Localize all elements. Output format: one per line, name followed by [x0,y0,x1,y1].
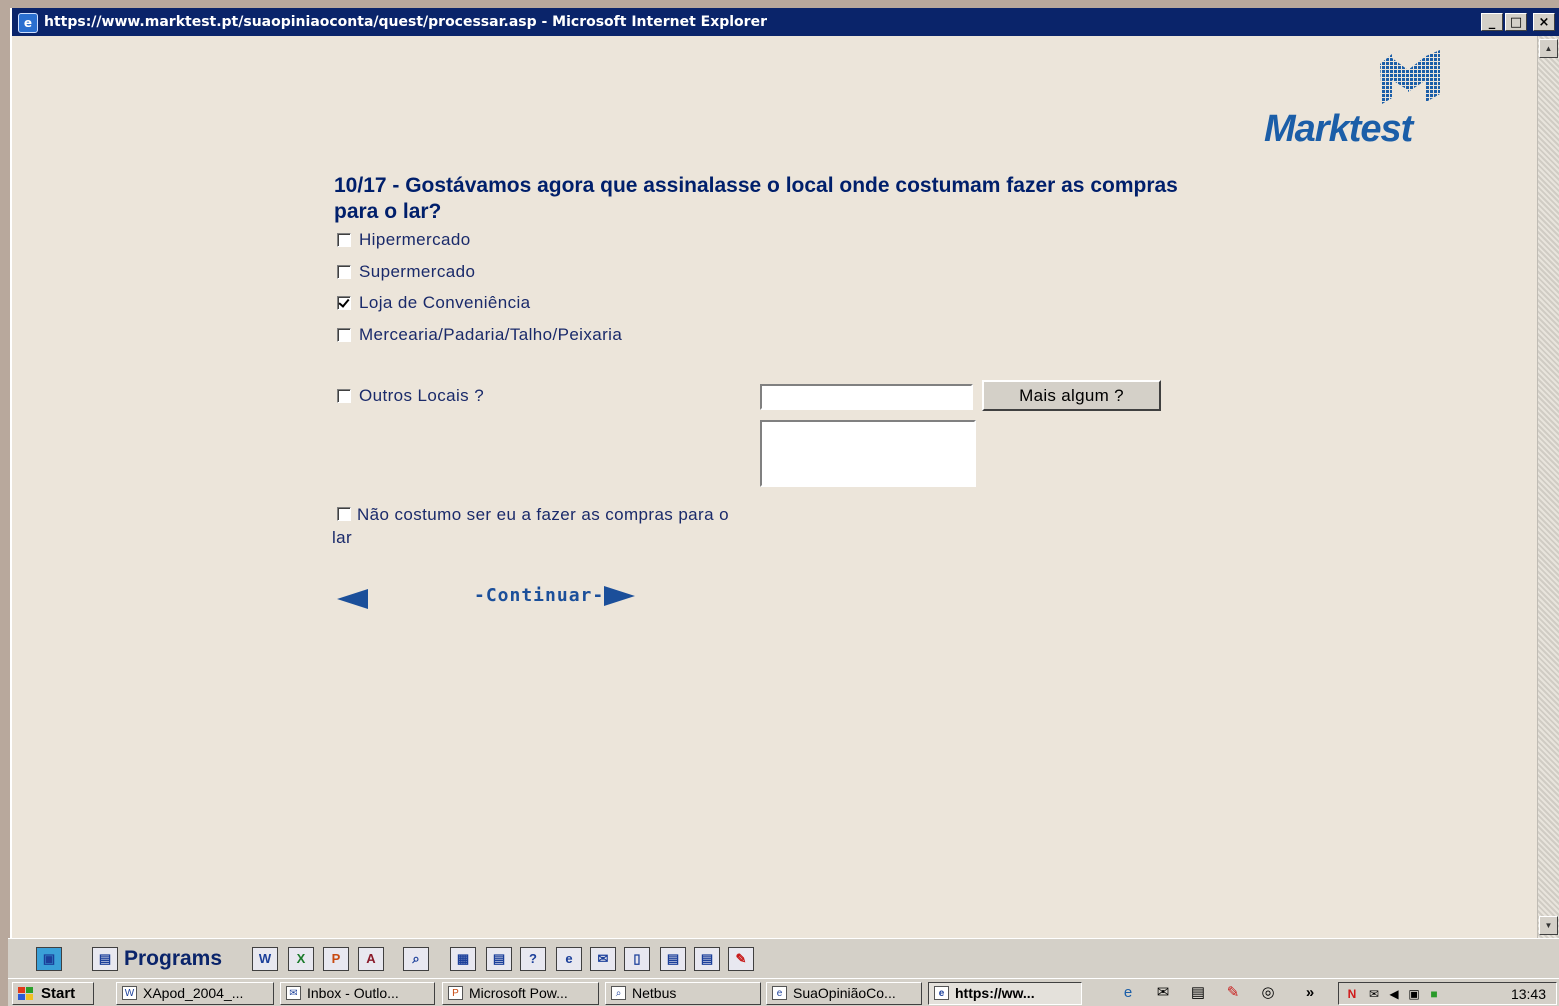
page-content: Marktest 10/17 - Gostávamos agora que as… [12,36,1530,938]
back-arrow-icon[interactable] [337,589,369,609]
question-text: 10/17 - Gostávamos agora que assinalasse… [334,174,1178,223]
taskbar: Start W XApod_2004_... ✉ Inbox - Outlo..… [8,978,1559,1006]
more-chevron-icon[interactable]: » [1300,984,1320,1002]
outros-locais-input[interactable] [760,384,973,410]
windows-logo-icon [18,987,33,1000]
folder-icon[interactable]: ▤ [486,947,512,971]
clock[interactable]: 13:43 [1511,986,1546,1002]
ie-icon: e [934,986,949,1000]
mercearia-label: Mercearia/Padaria/Talho/Peixaria [359,325,623,344]
task-powerpoint[interactable]: P Microsoft Pow... [442,982,599,1005]
outros-locais-label: Outros Locais ? [359,386,485,405]
loja-conveniencia-checkbox[interactable] [337,296,351,310]
help-icon[interactable]: ? [520,947,546,971]
ie-icon[interactable]: e [1118,984,1138,1002]
hipermercado-label: Hipermercado [359,230,471,249]
norton-icon[interactable]: N [1345,987,1359,1001]
option-nao-costumo[interactable]: Não costumo ser eu a fazer as compras pa… [332,503,732,549]
folder-icon[interactable]: ▤ [660,947,686,971]
option-loja-conveniencia[interactable]: Loja de Conveniência [337,293,531,313]
task-label: XApod_2004_... [143,985,244,1001]
close-button[interactable]: × [1533,13,1555,31]
window-title: https://www.marktest.pt/suaopiniaoconta/… [44,14,767,30]
mercearia-checkbox[interactable] [337,328,351,342]
outros-locais-checkbox[interactable] [337,389,351,403]
marktest-logo-mark-icon [1380,50,1440,104]
programs-folder-icon: ▤ [92,947,118,971]
option-mercearia[interactable]: Mercearia/Padaria/Talho/Peixaria [337,325,622,345]
start-label: Start [41,985,76,1002]
status-icon[interactable]: ■ [1427,987,1441,1001]
window-titlebar[interactable]: e https://www.marktest.pt/suaopiniaocont… [12,8,1559,36]
mais-algum-button[interactable]: Mais algum ? [982,380,1161,411]
network-icon[interactable]: ▣ [1407,987,1421,1001]
netbus-icon: ⌕ [611,986,626,1000]
marktest-logo-text: Marktest [1264,108,1413,150]
messenger-icon[interactable]: ✉ [1367,987,1381,1001]
option-outros-locais[interactable]: Outros Locais ? [337,386,484,406]
option-supermercado[interactable]: Supermercado [337,262,475,282]
scroll-up-icon[interactable]: ▲ [1539,39,1558,58]
continue-label: -Continuar- [474,585,605,606]
powerpoint-icon: P [448,986,463,1000]
calculator-icon[interactable]: ▦ [450,947,476,971]
option-hipermercado[interactable]: Hipermercado [337,230,471,250]
start-button[interactable]: Start [12,982,94,1005]
marktest-logo: Marktest [1260,50,1450,150]
desktop-icon[interactable]: ▣ [36,947,62,971]
ie-icon[interactable]: e [556,947,582,971]
task-label: Inbox - Outlo... [307,985,399,1001]
word-icon[interactable]: W [252,947,278,971]
ie-window: e https://www.marktest.pt/suaopiniaocont… [10,8,1559,938]
nao-costumo-label: Não costumo ser eu a fazer as compras pa… [332,505,729,547]
acrobat-icon[interactable]: ✎ [728,947,754,971]
search-icon[interactable]: ⌕ [403,947,429,971]
continue-button[interactable]: -Continuar- [474,585,636,606]
programs-label: Programs [124,947,223,970]
quick-launch-bar: ▣ ▤ Programs W X P A ⌕ ▦ ▤ ? e ✉ ▯ ▤ ▤ ✎ [8,938,1559,978]
document-icon[interactable]: ▯ [624,947,650,971]
task-xapod[interactable]: W XApod_2004_... [116,982,274,1005]
minimize-button[interactable]: _ [1481,13,1503,31]
folder-icon[interactable]: ▤ [1188,984,1208,1002]
acrobat-icon[interactable]: ✎ [1223,984,1243,1002]
outlook-icon: ✉ [286,986,301,1000]
access-icon[interactable]: A [358,947,384,971]
forward-arrow-icon [604,585,636,606]
scroll-down-icon[interactable]: ▼ [1539,916,1558,935]
task-label: Netbus [632,985,677,1001]
task-label: Microsoft Pow... [469,985,568,1001]
loja-conveniencia-label: Loja de Conveniência [359,293,531,312]
task-https-active[interactable]: e https://ww... [928,982,1082,1005]
task-netbus[interactable]: ⌕ Netbus [605,982,761,1005]
outlook-icon[interactable]: ✉ [590,947,616,971]
folder-icon[interactable]: ▤ [694,947,720,971]
outros-locais-list[interactable] [760,420,976,487]
task-suaopiniao[interactable]: e SuaOpiniãoCo... [766,982,922,1005]
supermercado-checkbox[interactable] [337,265,351,279]
word-icon: W [122,986,137,1000]
hipermercado-checkbox[interactable] [337,233,351,247]
supermercado-label: Supermercado [359,262,476,281]
task-label: https://ww... [955,985,1035,1001]
powerpoint-icon[interactable]: P [323,947,349,971]
vertical-scrollbar[interactable]: ▲ ▼ [1537,36,1559,938]
ie-icon: e [772,986,787,1000]
system-tray: N ✉ ◀ ▣ ■ 13:43 [1338,982,1557,1005]
programs-menu[interactable]: ▤ Programs [92,945,222,973]
app-icon[interactable]: ◎ [1258,984,1278,1002]
task-label: SuaOpiniãoCo... [793,985,896,1001]
nao-costumo-checkbox[interactable] [337,507,351,521]
task-inbox[interactable]: ✉ Inbox - Outlo... [280,982,435,1005]
ie-icon: e [18,13,38,33]
maximize-button[interactable]: □ [1505,13,1527,31]
volume-icon[interactable]: ◀ [1387,987,1401,1001]
excel-icon[interactable]: X [288,947,314,971]
outlook-icon[interactable]: ✉ [1153,984,1173,1002]
